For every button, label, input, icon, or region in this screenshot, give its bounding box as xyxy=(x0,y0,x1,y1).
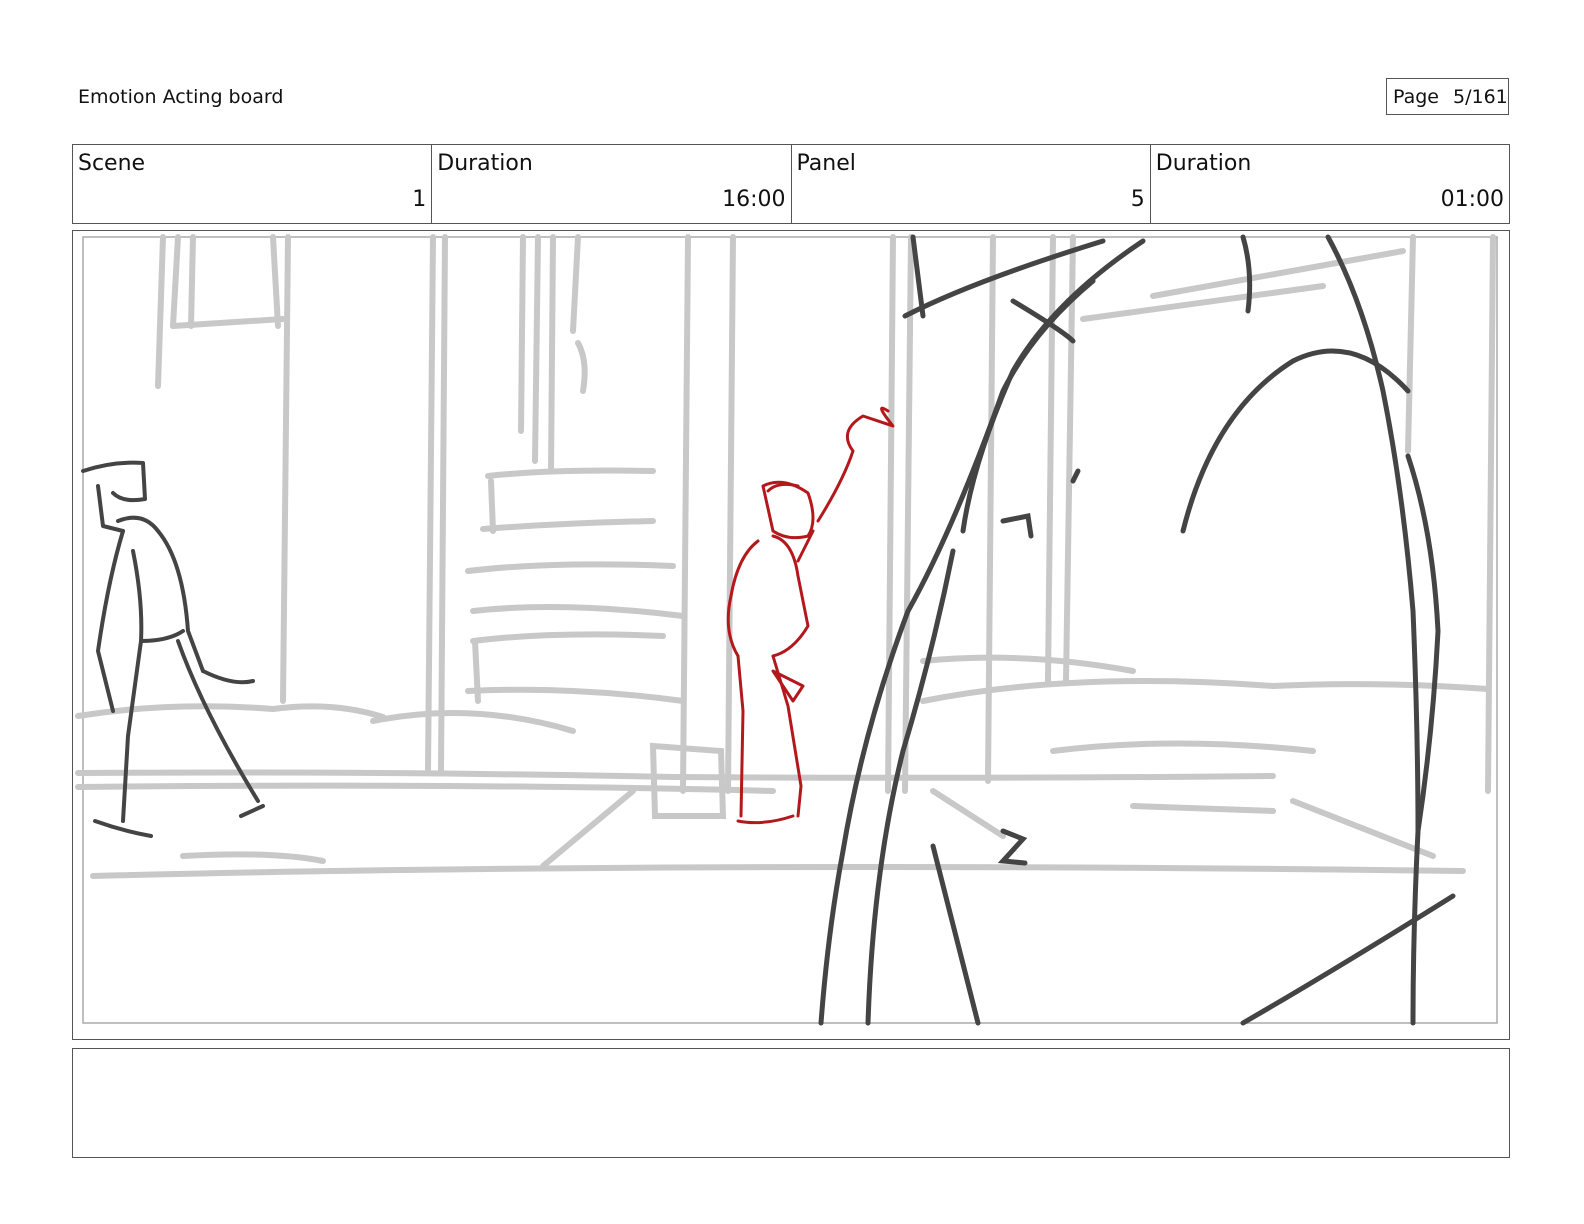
panel-label: Panel xyxy=(796,151,856,176)
walking-figure xyxy=(81,460,265,838)
page-label: Page xyxy=(1393,85,1439,108)
safe-area-frame xyxy=(82,236,1498,1024)
scene-duration-cell: Duration 16:00 xyxy=(432,145,792,223)
panel-duration-label: Duration xyxy=(1155,151,1252,176)
panel-sketch xyxy=(75,234,1498,1026)
background-sketch xyxy=(75,234,1496,879)
board-title: Emotion Acting board xyxy=(78,86,284,108)
scene-value: 1 xyxy=(412,187,427,212)
notes-box xyxy=(72,1048,1510,1158)
panel-duration-cell: Duration 01:00 xyxy=(1151,145,1509,223)
panel-value: 5 xyxy=(1130,187,1145,212)
page-indicator: Page 5/161 xyxy=(1386,78,1509,115)
scene-cell: Scene 1 xyxy=(73,145,433,223)
foreground-tree xyxy=(818,234,1456,1026)
smoking-character xyxy=(726,406,895,825)
scene-duration-label: Duration xyxy=(437,151,533,176)
scene-label: Scene xyxy=(78,151,146,176)
page-number: 5/161 xyxy=(1453,85,1508,108)
storyboard-panel xyxy=(72,230,1510,1040)
panel-duration-value: 01:00 xyxy=(1440,187,1504,212)
panel-cell: Panel 5 xyxy=(792,145,1151,223)
scene-duration-value: 16:00 xyxy=(722,187,786,212)
info-table: Scene 1 Duration 16:00 Panel 5 Duration … xyxy=(72,144,1510,224)
